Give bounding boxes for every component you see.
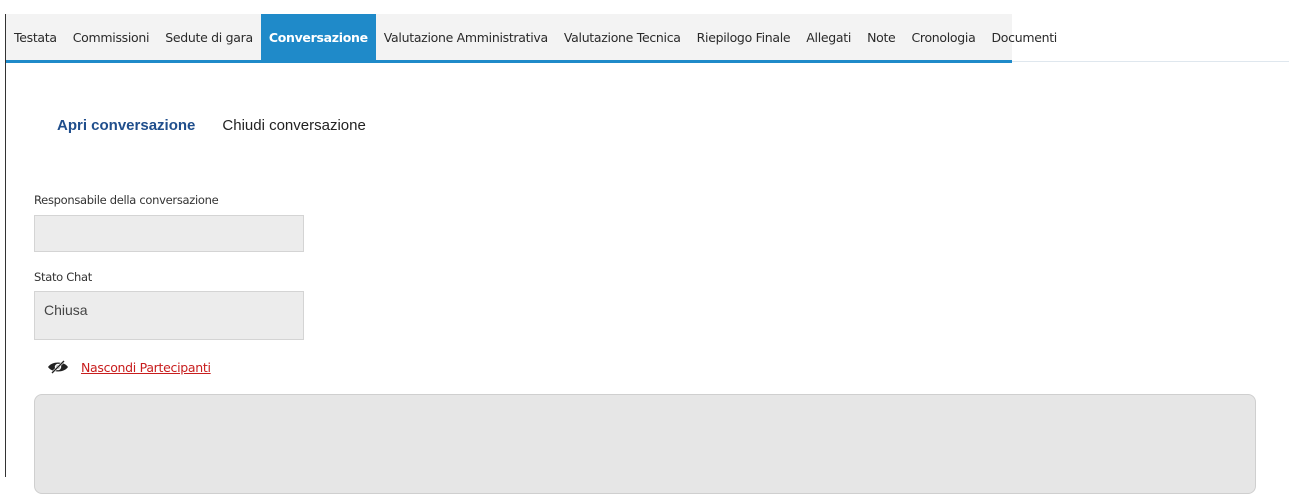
- tab-valutazione-tecnica[interactable]: Valutazione Tecnica: [556, 14, 689, 60]
- tab-commissioni[interactable]: Commissioni: [65, 14, 157, 60]
- open-conversation-tab[interactable]: Apri conversazione: [57, 117, 195, 134]
- chat-status-field: Chiusa: [34, 291, 304, 340]
- responsible-label: Responsabile della conversazione: [34, 193, 219, 207]
- frame-border: [5, 14, 6, 477]
- tab-cronologia[interactable]: Cronologia: [903, 14, 983, 60]
- tab-bar-divider: [1012, 61, 1289, 62]
- tab-conversazione[interactable]: Conversazione: [260, 14, 376, 60]
- tab-sedute-di-gara[interactable]: Sedute di gara: [157, 14, 261, 60]
- tab-documenti[interactable]: Documenti: [983, 14, 1065, 60]
- main-tab-bar: Testata Commissioni Sedute di gara Conve…: [6, 14, 1057, 63]
- eye-slash-icon[interactable]: [47, 360, 69, 374]
- hide-participants-link[interactable]: Nascondi Partecipanti: [81, 360, 211, 375]
- tab-allegati[interactable]: Allegati: [798, 14, 859, 60]
- conversation-subtabs: Apri conversazione Chiudi conversazione: [57, 117, 366, 134]
- tab-note[interactable]: Note: [859, 14, 903, 60]
- responsible-field: [34, 215, 304, 252]
- close-conversation-tab[interactable]: Chiudi conversazione: [222, 117, 365, 134]
- chat-status-label: Stato Chat: [34, 270, 92, 284]
- tab-riepilogo-finale[interactable]: Riepilogo Finale: [689, 14, 799, 60]
- tab-testata[interactable]: Testata: [6, 14, 65, 60]
- tab-valutazione-amministrativa[interactable]: Valutazione Amministrativa: [376, 14, 556, 60]
- participants-panel: [34, 394, 1256, 494]
